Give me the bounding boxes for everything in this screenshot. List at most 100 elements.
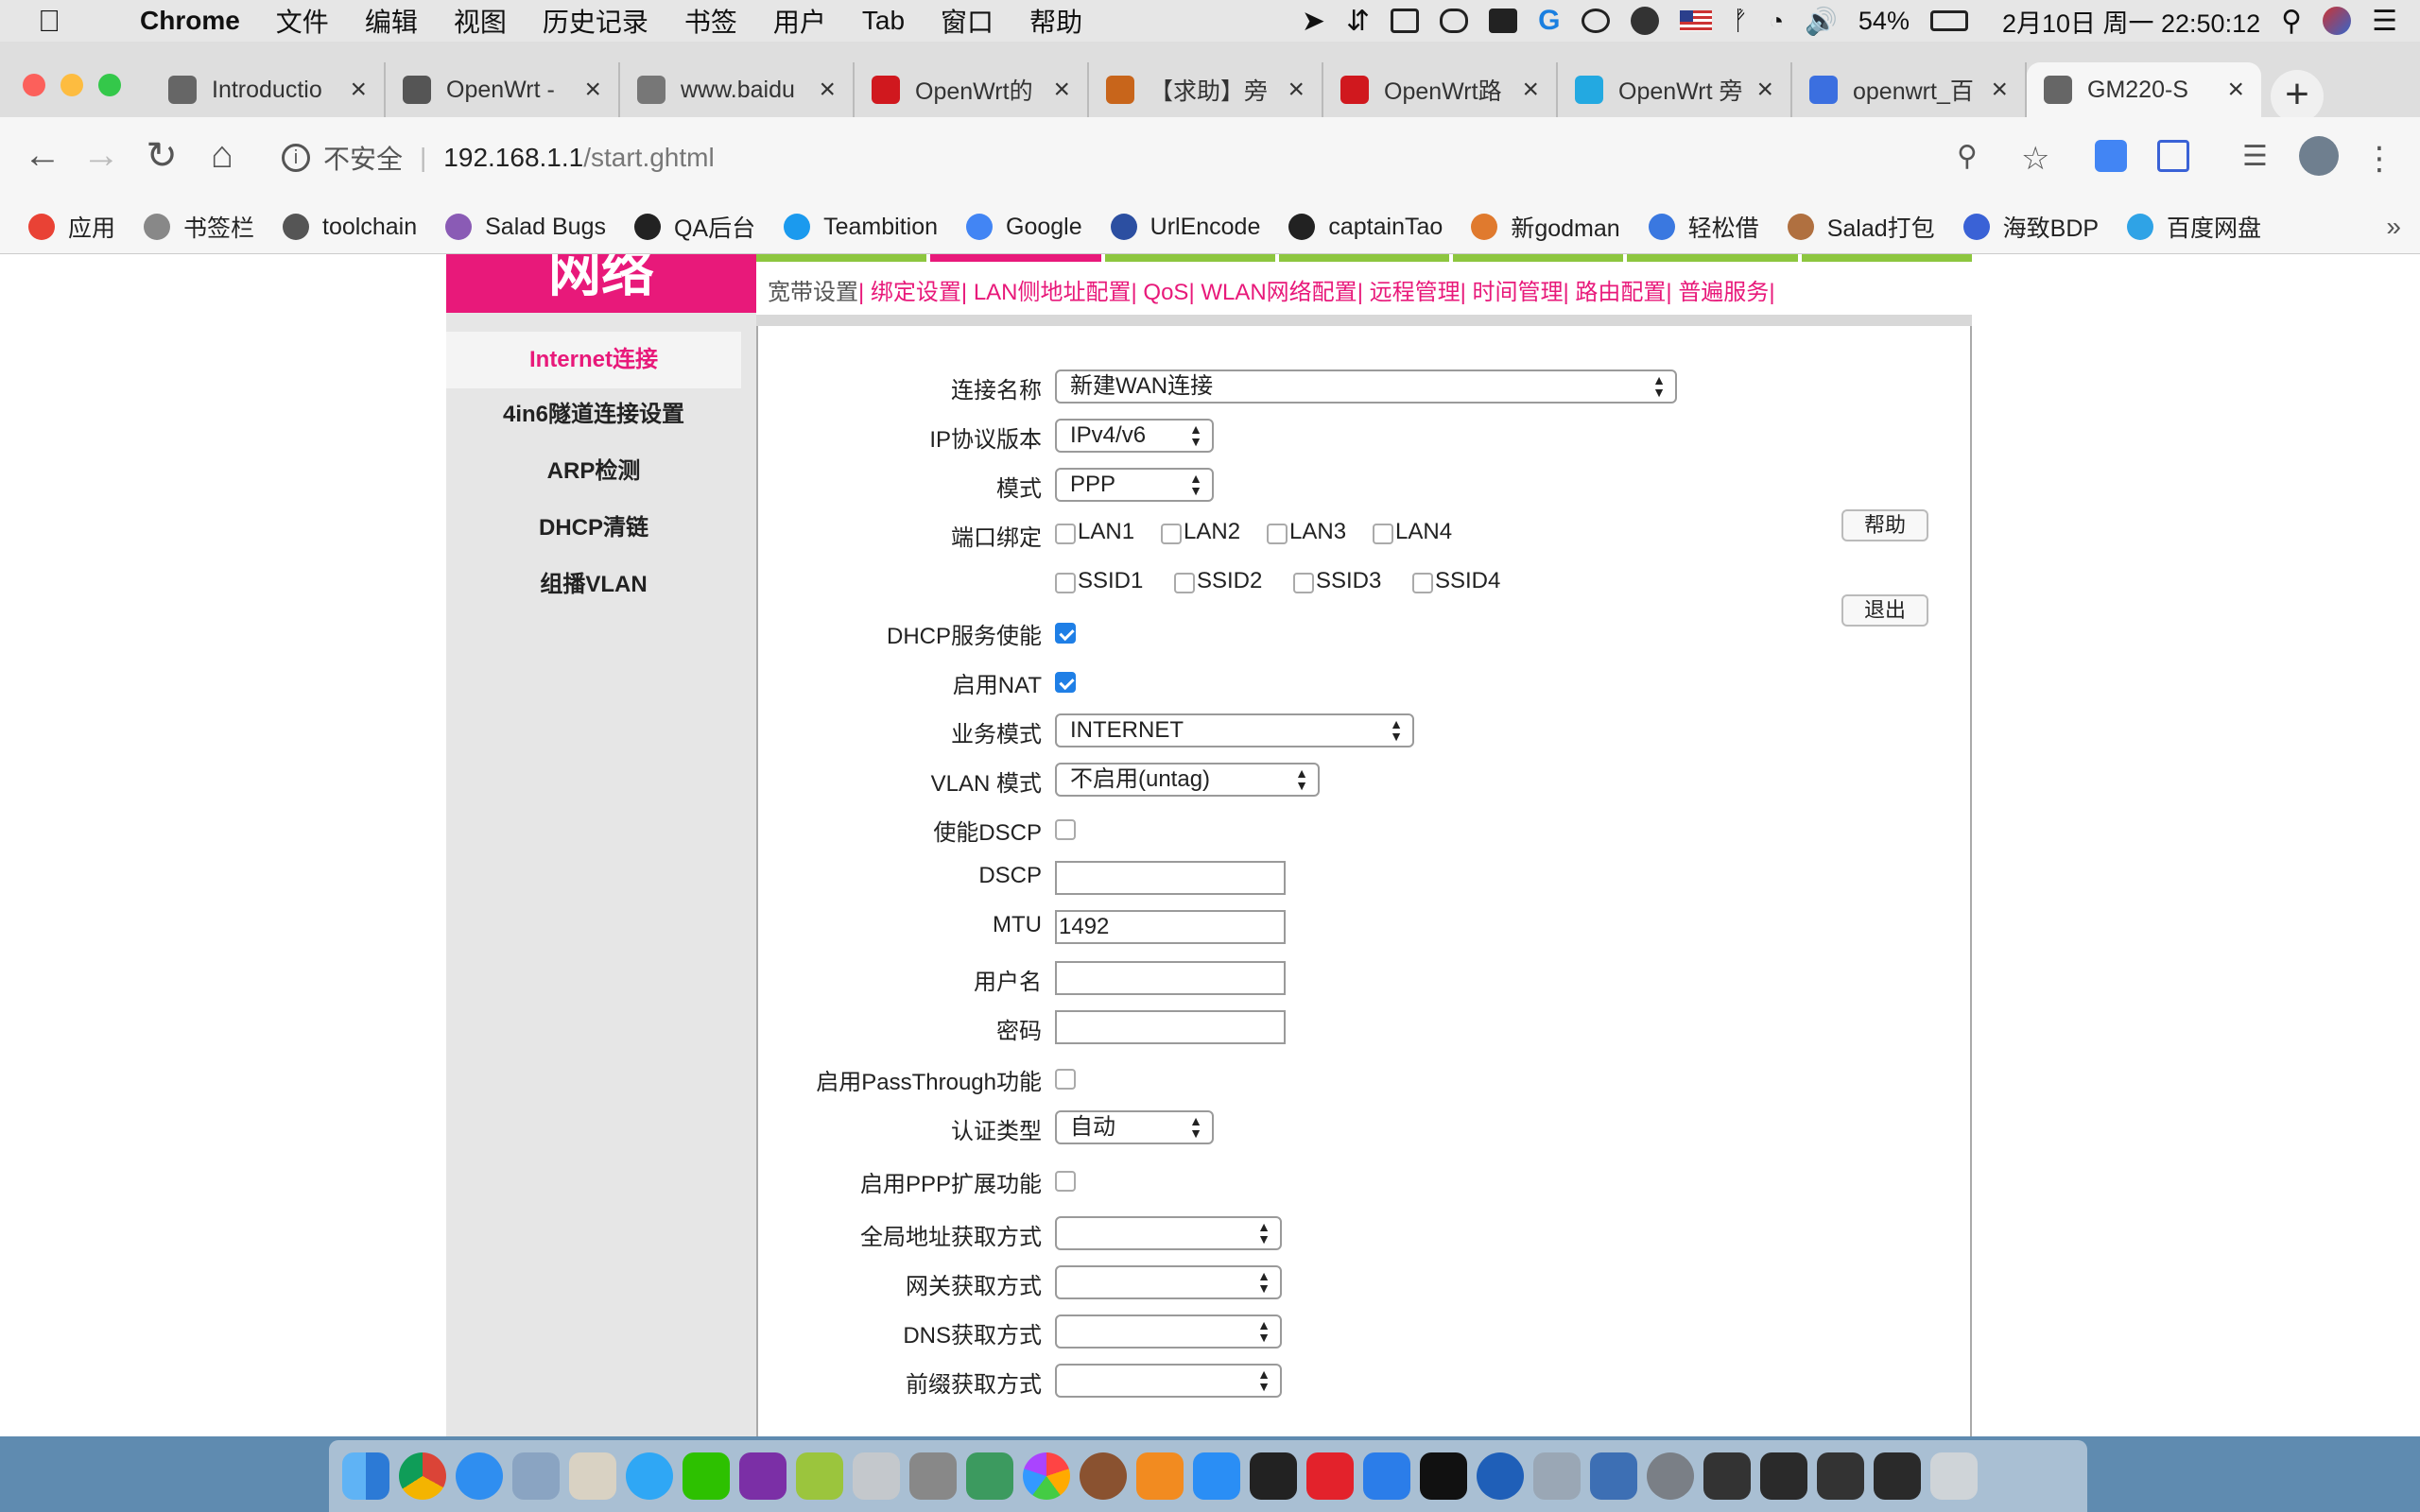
ssid4-checkbox[interactable] xyxy=(1412,573,1433,593)
nat-checkbox[interactable] xyxy=(1055,672,1076,693)
extension-icon[interactable] xyxy=(2157,140,2189,172)
chrome-icon[interactable] xyxy=(399,1452,446,1500)
ip-version-select[interactable]: IPv4/v6 ▲ ▼ xyxy=(1055,419,1214,453)
notes-app-icon[interactable] xyxy=(569,1452,616,1500)
sidebar-item-multicast-vlan[interactable]: 组播VLAN xyxy=(446,568,741,602)
bookmark-item[interactable]: UrlEncode xyxy=(1110,214,1260,241)
subnav-item[interactable]: QoS xyxy=(1143,280,1188,305)
menu-tab[interactable]: Tab xyxy=(862,6,905,36)
bookmark-item[interactable]: 轻松借 xyxy=(1648,210,1759,244)
address-bar[interactable]: i 不安全 | 192.168.1.1/start.ghtml xyxy=(265,129,2061,187)
dscp-enable-checkbox[interactable] xyxy=(1055,819,1076,840)
chat-bubble-icon[interactable] xyxy=(1440,9,1469,33)
photos-icon[interactable] xyxy=(1023,1452,1070,1500)
close-tab-icon[interactable]: × xyxy=(1288,74,1305,106)
close-tab-icon[interactable]: × xyxy=(1991,74,2008,106)
subnav-item[interactable]: 远程管理 xyxy=(1370,280,1461,305)
image-capture-icon[interactable] xyxy=(1533,1452,1581,1500)
main-nav-bar[interactable] xyxy=(1453,254,1624,262)
main-nav-bar-active[interactable] xyxy=(930,254,1101,262)
connection-name-select[interactable]: 新建WAN连接 ▲ ▼ xyxy=(1055,369,1677,404)
global-addr-select[interactable]: ▲ ▼ xyxy=(1055,1216,1282,1250)
back-button[interactable]: ← xyxy=(19,134,66,177)
reading-list-icon[interactable]: ☰ xyxy=(2242,140,2274,172)
photo-icon[interactable] xyxy=(1391,9,1420,33)
dns-select[interactable]: ▲ ▼ xyxy=(1055,1314,1282,1349)
close-tab-icon[interactable]: × xyxy=(2227,74,2244,106)
translate-icon[interactable] xyxy=(2095,140,2127,172)
bookmark-star-icon[interactable]: ☆ xyxy=(2021,140,2053,177)
minimize-window-button[interactable] xyxy=(60,74,83,96)
apple-icon[interactable]:  xyxy=(38,4,79,39)
dhcp-server-checkbox[interactable] xyxy=(1055,623,1076,644)
bookmark-item[interactable]: 新godman xyxy=(1471,210,1620,244)
main-nav-bar[interactable] xyxy=(1627,254,1798,262)
terminal-dollar-icon[interactable] xyxy=(1250,1452,1297,1500)
ssid1-checkbox[interactable] xyxy=(1055,573,1076,593)
updown-arrow-icon[interactable]: ⇵ xyxy=(1346,5,1370,38)
window-thumb-icon[interactable] xyxy=(1703,1452,1751,1500)
volume-icon[interactable]: 🔊 xyxy=(1805,6,1838,37)
menu-edit[interactable]: 编辑 xyxy=(365,2,418,40)
safari-icon[interactable] xyxy=(456,1452,503,1500)
prefix-select[interactable]: ▲ ▼ xyxy=(1055,1364,1282,1398)
bookmark-item[interactable]: Teambition xyxy=(784,214,938,241)
subnav-item-current[interactable]: 宽带设置 xyxy=(768,280,858,305)
main-nav-bar[interactable] xyxy=(1278,254,1450,262)
gateway-select[interactable]: ▲ ▼ xyxy=(1055,1265,1282,1299)
sidebar-item-dhcp-clear[interactable]: DHCP清链 xyxy=(446,511,741,545)
airplay-icon[interactable] xyxy=(1489,9,1518,33)
lan3-checkbox[interactable] xyxy=(1267,524,1288,544)
username-input[interactable] xyxy=(1055,961,1286,995)
dscp-input[interactable] xyxy=(1055,861,1286,895)
menu-window[interactable]: 窗口 xyxy=(941,2,994,40)
key-icon[interactable]: ⚲ xyxy=(1957,140,1989,172)
bookmark-item[interactable]: Salad Bugs xyxy=(445,214,606,241)
us-flag-icon[interactable] xyxy=(1679,10,1712,31)
android-icon[interactable] xyxy=(796,1452,843,1500)
subnav-item[interactable]: 绑定设置 xyxy=(871,280,961,305)
bluetooth-icon[interactable]: ᚡ xyxy=(1733,6,1749,36)
subnav-item[interactable]: 时间管理 xyxy=(1473,280,1564,305)
hat-icon[interactable] xyxy=(1630,7,1659,35)
menu-history[interactable]: 历史记录 xyxy=(543,2,648,40)
bookmark-item[interactable]: 百度网盘 xyxy=(2127,210,2261,244)
tab[interactable]: www.baidu × xyxy=(620,62,855,117)
passthrough-checkbox[interactable] xyxy=(1055,1069,1076,1090)
menu-view[interactable]: 视图 xyxy=(454,2,507,40)
chrome-menu-icon[interactable]: ⋮ xyxy=(2363,140,2395,177)
close-tab-icon[interactable]: × xyxy=(1756,74,1773,106)
url-path[interactable]: /start.ghtml xyxy=(583,143,714,173)
message-icon[interactable] xyxy=(1581,9,1610,33)
close-tab-icon[interactable]: × xyxy=(819,74,836,106)
tab[interactable]: OpenWrt的 × xyxy=(855,62,1089,117)
android-studio-icon[interactable] xyxy=(966,1452,1013,1500)
p-app-icon[interactable] xyxy=(1193,1452,1240,1500)
wechat-icon[interactable] xyxy=(683,1452,730,1500)
bookmarks-overflow-icon[interactable]: » xyxy=(2386,212,2401,242)
main-nav-bar[interactable] xyxy=(756,254,927,262)
close-tab-icon[interactable]: × xyxy=(1053,74,1070,106)
profile-avatar[interactable] xyxy=(2299,136,2339,176)
notification-center-icon[interactable]: ☰ xyxy=(2372,5,2397,38)
close-window-button[interactable] xyxy=(23,74,45,96)
menu-app-chrome[interactable]: Chrome xyxy=(140,6,240,36)
battery-icon[interactable] xyxy=(1929,10,1968,31)
preview-icon[interactable] xyxy=(512,1452,560,1500)
trash-icon[interactable] xyxy=(1930,1452,1978,1500)
url-host[interactable]: 192.168.1.1 xyxy=(443,143,583,173)
window-thumb-icon[interactable] xyxy=(1874,1452,1921,1500)
menu-people[interactable]: 用户 xyxy=(773,2,826,40)
forward-button[interactable]: → xyxy=(78,134,125,177)
send-icon[interactable]: ➤ xyxy=(1302,5,1325,38)
lan2-checkbox[interactable] xyxy=(1161,524,1182,544)
close-tab-icon[interactable]: × xyxy=(350,74,367,106)
menu-file[interactable]: 文件 xyxy=(276,2,329,40)
messages-icon[interactable] xyxy=(626,1452,673,1500)
reload-button[interactable]: ↻ xyxy=(138,134,185,178)
virtualbox-icon[interactable] xyxy=(1590,1452,1637,1500)
main-nav-bar[interactable] xyxy=(1801,254,1972,262)
auth-type-select[interactable]: 自动 ▲ ▼ xyxy=(1055,1110,1214,1144)
onenote-icon[interactable] xyxy=(739,1452,786,1500)
terminal-icon[interactable] xyxy=(1420,1452,1467,1500)
